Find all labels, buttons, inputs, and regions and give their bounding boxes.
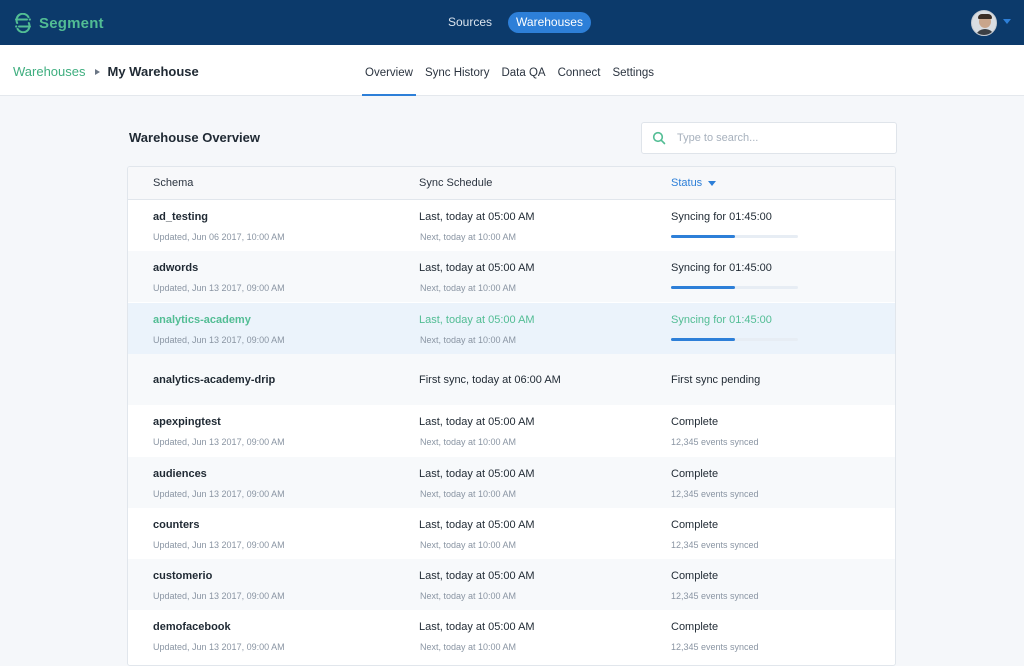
table-row[interactable]: customerio Updated, Jun 13 2017, 09:00 AM… bbox=[128, 559, 895, 611]
schema-updated: Updated, Jun 06 2017, 10:00 AM bbox=[153, 232, 285, 242]
sort-caret-icon bbox=[708, 180, 717, 186]
sync-last: Last, today at 05:00 AM bbox=[419, 621, 535, 634]
sync-last: Last, today at 05:00 AM bbox=[419, 211, 535, 223]
status-text: Syncing for 01:45:00 bbox=[671, 262, 772, 275]
status-text: Complete bbox=[671, 570, 719, 583]
schema-name[interactable]: demofacebook bbox=[153, 621, 231, 633]
sync-next: Next, today at 10:00 AM bbox=[420, 232, 517, 242]
sync-progress-fill bbox=[671, 235, 735, 238]
sync-last: Last, today at 05:00 AM bbox=[419, 416, 535, 429]
schema-name[interactable]: apexpingtest bbox=[153, 416, 221, 428]
sync-last: Last, today at 05:00 AM bbox=[419, 313, 535, 326]
tab-bar: Overview Sync History Data QA Connect Se… bbox=[362, 45, 663, 96]
status-detail: 12,345 events synced bbox=[671, 488, 759, 499]
schema-name[interactable]: audiences bbox=[153, 468, 207, 480]
avatar-hair bbox=[978, 14, 992, 19]
status-detail: 12,345 events synced bbox=[671, 539, 759, 550]
sync-next: Next, today at 10:00 AM bbox=[420, 437, 517, 448]
status-text: Complete bbox=[671, 416, 719, 429]
tab-sync-history[interactable]: Sync History bbox=[422, 45, 493, 96]
status-detail: 12,345 events synced bbox=[671, 591, 759, 602]
segment-logo[interactable]: Segment bbox=[13, 12, 104, 34]
column-header-status[interactable]: Status bbox=[671, 177, 717, 189]
sync-progress-fill bbox=[671, 286, 735, 290]
column-header-status-label: Status bbox=[671, 177, 703, 189]
tab-data-qa[interactable]: Data QA bbox=[498, 45, 548, 96]
page-title: Warehouse Overview bbox=[129, 130, 261, 145]
breadcrumb-current: My Warehouse bbox=[107, 64, 199, 79]
status-detail: 12,345 events synced bbox=[671, 437, 759, 448]
table-row[interactable]: analytics-academy-drip First sync, today … bbox=[128, 353, 895, 405]
table-row[interactable]: ad_testing Updated, Jun 06 2017, 10:00 AM… bbox=[128, 200, 895, 251]
sync-last: Last, today at 05:00 AM bbox=[419, 262, 535, 275]
sync-last: Last, today at 05:00 AM bbox=[419, 570, 535, 583]
top-nav: Sources Warehouses bbox=[440, 12, 591, 33]
tab-connect[interactable]: Connect bbox=[555, 45, 604, 96]
sync-progress-bar bbox=[671, 337, 798, 341]
table-row[interactable]: adwords Updated, Jun 13 2017, 09:00 AM Las… bbox=[128, 251, 895, 303]
tab-settings[interactable]: Settings bbox=[609, 45, 657, 96]
status-text: Complete bbox=[671, 518, 719, 531]
page-header: Warehouses My Warehouse Overview Sync Hi… bbox=[0, 45, 1024, 96]
segment-logo-icon bbox=[15, 13, 31, 33]
schema-name[interactable]: ad_testing bbox=[153, 211, 208, 223]
schema-updated: Updated, Jun 13 2017, 09:00 AM bbox=[153, 488, 285, 499]
table-header: Schema Sync Schedule Status bbox=[128, 167, 895, 200]
sync-progress-bar bbox=[671, 235, 798, 238]
sync-next: Next, today at 10:00 AM bbox=[420, 591, 517, 602]
column-header-schema[interactable]: Schema bbox=[153, 177, 193, 189]
table-row[interactable]: audiences Updated, Jun 13 2017, 09:00 AM L… bbox=[128, 456, 895, 508]
schema-updated: Updated, Jun 13 2017, 09:00 AM bbox=[153, 437, 285, 448]
breadcrumb-separator-icon bbox=[94, 68, 100, 75]
status-text: Syncing for 01:45:00 bbox=[671, 211, 772, 223]
schema-updated: Updated, Jun 13 2017, 09:00 AM bbox=[153, 334, 285, 345]
schemas-table: Schema Sync Schedule Status ad_testing Up… bbox=[127, 166, 896, 666]
status-text: First sync pending bbox=[671, 373, 761, 386]
sync-next: Next, today at 10:00 AM bbox=[420, 539, 517, 550]
schema-updated: Updated, Jun 13 2017, 09:00 AM bbox=[153, 539, 285, 550]
search-icon bbox=[652, 131, 666, 145]
nav-warehouses[interactable]: Warehouses bbox=[508, 12, 591, 33]
sync-progress-fill bbox=[671, 337, 735, 341]
column-header-sync-schedule[interactable]: Sync Schedule bbox=[419, 177, 492, 189]
schema-name[interactable]: adwords bbox=[153, 262, 198, 274]
search-input[interactable] bbox=[677, 129, 887, 147]
schema-updated: Updated, Jun 13 2017, 09:00 AM bbox=[153, 642, 285, 653]
status-text: Complete bbox=[671, 467, 719, 480]
nav-sources[interactable]: Sources bbox=[440, 12, 500, 33]
top-navigation-bar: Segment Sources Warehouses bbox=[0, 0, 1024, 45]
table-row[interactable]: counters Updated, Jun 13 2017, 09:00 AM La… bbox=[128, 508, 895, 559]
table-row[interactable]: demofacebook Updated, Jun 13 2017, 09:00 … bbox=[128, 610, 895, 661]
status-detail: 12,345 events synced bbox=[671, 642, 759, 653]
caret-down-icon[interactable] bbox=[1003, 19, 1011, 24]
sync-next: Next, today at 10:00 AM bbox=[420, 488, 517, 499]
table-row[interactable]: analytics-academy Updated, Jun 13 2017, 0… bbox=[128, 302, 895, 354]
sync-next: Next, today at 10:00 AM bbox=[420, 642, 517, 653]
schema-updated: Updated, Jun 13 2017, 09:00 AM bbox=[153, 283, 285, 294]
sync-next: Next, today at 10:00 AM bbox=[420, 283, 517, 294]
table-row[interactable]: apexpingtest Updated, Jun 13 2017, 09:00 … bbox=[128, 405, 895, 456]
sync-last: Last, today at 05:00 AM bbox=[419, 467, 535, 480]
schema-name[interactable]: customerio bbox=[153, 570, 212, 582]
schema-name[interactable]: counters bbox=[153, 519, 199, 531]
breadcrumb-warehouses[interactable]: Warehouses bbox=[13, 64, 86, 79]
schema-updated: Updated, Jun 13 2017, 09:00 AM bbox=[153, 591, 285, 602]
user-avatar[interactable] bbox=[971, 10, 997, 36]
search-box[interactable] bbox=[641, 122, 897, 154]
sync-progress-bar bbox=[671, 286, 798, 290]
breadcrumb: Warehouses My Warehouse bbox=[13, 64, 199, 79]
tab-overview[interactable]: Overview bbox=[362, 45, 416, 96]
sync-next: Next, today at 10:00 AM bbox=[420, 334, 517, 345]
sync-last: First sync, today at 06:00 AM bbox=[419, 373, 561, 386]
status-text: Syncing for 01:45:00 bbox=[671, 313, 772, 326]
avatar-body bbox=[975, 29, 995, 35]
sync-last: Last, today at 05:00 AM bbox=[419, 518, 535, 531]
schema-name[interactable]: analytics-academy-drip bbox=[153, 374, 275, 386]
status-text: Complete bbox=[671, 621, 719, 634]
schema-name[interactable]: analytics-academy bbox=[153, 314, 251, 326]
logo-text: Segment bbox=[39, 14, 104, 32]
